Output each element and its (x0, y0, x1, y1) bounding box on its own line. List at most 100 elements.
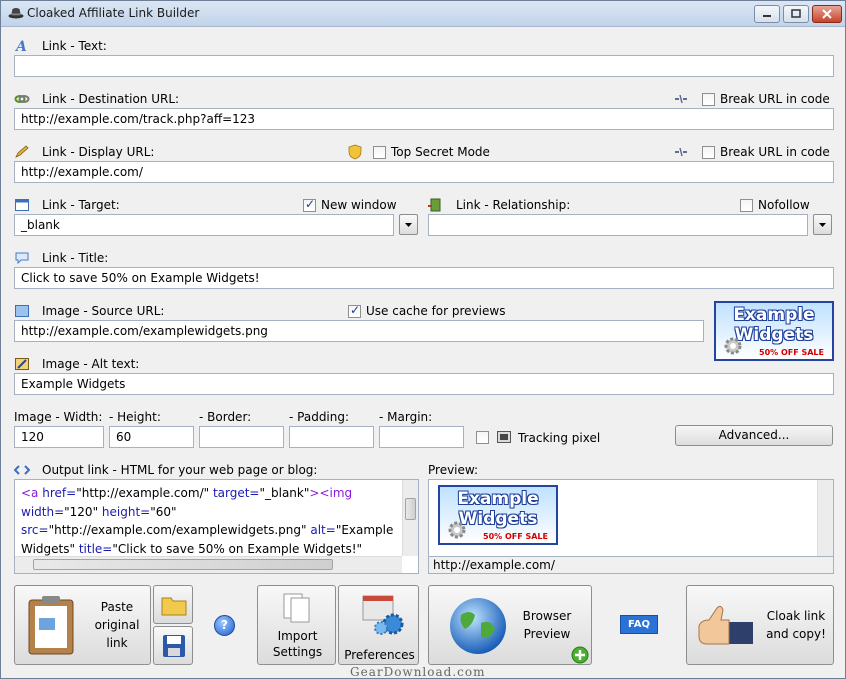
width-input[interactable]: 120 (14, 426, 104, 448)
spy-hat-icon (8, 8, 24, 19)
browser-preview-button[interactable]: Browser Preview (428, 585, 592, 665)
globe-icon (450, 598, 506, 654)
border-label: - Border: (199, 410, 252, 424)
alt-text-input[interactable]: Example Widgets (14, 373, 834, 395)
break-link-icon-2 (675, 147, 687, 157)
margin-label: - Margin: (379, 410, 433, 424)
tracking-pixel-checkbox[interactable] (476, 431, 489, 444)
cloak-link-label: Cloak link and copy! (766, 609, 826, 641)
display-url-input[interactable]: http://example.com/ (14, 161, 834, 183)
close-icon (822, 9, 832, 19)
padding-label: - Padding: (289, 410, 350, 424)
output-vscroll-thumb[interactable] (405, 498, 416, 520)
nofollow-checkbox[interactable] (740, 199, 753, 212)
output-label: Output link - HTML for your web page or … (42, 463, 318, 477)
preview-pane: Example Widgets 50% OFF SALE http://exam… (428, 479, 834, 574)
break-url-display-checkbox[interactable] (702, 146, 715, 159)
preferences-label: Preferences (344, 648, 415, 662)
speech-bubble-icon (15, 252, 29, 265)
import-settings-label: Import Settings (272, 629, 323, 659)
image-edit-icon (15, 358, 29, 370)
tracking-icon (497, 431, 511, 443)
preferences-button[interactable]: Preferences (338, 585, 419, 665)
destination-url-label: Link - Destination URL: (42, 92, 180, 106)
pencil-icon (15, 145, 29, 158)
new-window-label: New window (321, 198, 397, 212)
door-icon (428, 198, 441, 212)
advanced-button[interactable]: Advanced... (675, 425, 833, 446)
output-hscroll-thumb[interactable] (33, 559, 333, 570)
output-horizontal-scrollbar[interactable] (15, 556, 402, 573)
code-icon (14, 465, 30, 475)
use-cache-checkbox[interactable] (348, 303, 361, 318)
documents-icon (283, 593, 310, 623)
title-input[interactable]: Click to save 50% on Example Widgets! (14, 267, 834, 289)
output-line-1: <a href="http://example.com/" target="_b… (21, 486, 353, 500)
target-select[interactable]: _blank (14, 214, 394, 236)
thumbnail-line1: Example (733, 305, 815, 325)
paste-button-label: Paste original link (94, 600, 140, 650)
destination-url-input[interactable]: http://example.com/track.php?aff=123 (14, 108, 834, 130)
svg-text:A: A (14, 39, 27, 54)
link-text-input[interactable] (14, 55, 834, 77)
minimize-button[interactable] (754, 5, 780, 23)
minimize-icon (763, 15, 771, 17)
close-button[interactable] (812, 5, 842, 23)
floppy-disk-icon (163, 635, 185, 657)
image-icon (15, 305, 29, 317)
gear-icon-preview (448, 521, 466, 539)
maximize-button[interactable] (783, 5, 809, 23)
image-source-input[interactable]: http://example.com/examplewidgets.png (14, 320, 704, 342)
output-textarea[interactable]: <a href="http://example.com/" target="_b… (14, 479, 419, 574)
link-chain-icon (14, 95, 30, 103)
output-vertical-scrollbar[interactable] (402, 480, 418, 556)
margin-input[interactable] (379, 426, 464, 448)
window-icon (15, 199, 29, 211)
preview-line1: Example (457, 489, 539, 509)
preview-image[interactable]: Example Widgets 50% OFF SALE (438, 485, 558, 545)
preview-status-url: http://example.com/ (429, 556, 833, 573)
top-secret-label: Top Secret Mode (391, 145, 490, 159)
open-file-button[interactable] (153, 585, 193, 624)
width-label: Image - Width: (14, 410, 103, 424)
clipboard-icon (28, 596, 74, 655)
break-link-icon (675, 94, 687, 104)
break-url-destination-label: Break URL in code (720, 92, 830, 106)
preview-vertical-scrollbar[interactable] (817, 480, 833, 556)
paste-original-link-button[interactable]: Paste original link (14, 585, 151, 665)
tracking-pixel-label: Tracking pixel (518, 431, 601, 445)
cloak-link-button[interactable]: Cloak link and copy! (686, 585, 834, 665)
help-icon[interactable]: ? (214, 615, 235, 636)
main-window: Cloaked Affiliate Link Builder A Link - … (0, 0, 846, 679)
alt-text-label: Image - Alt text: (42, 357, 140, 371)
save-button[interactable] (153, 626, 193, 665)
output-line-3: src="http://example.com/examplewidgets.p… (21, 523, 394, 537)
relationship-label: Link - Relationship: (456, 198, 571, 212)
plus-icon[interactable] (571, 646, 589, 664)
border-input[interactable] (199, 426, 284, 448)
preview-sale-text: 50% OFF SALE (483, 532, 548, 541)
link-text-label: Link - Text: (42, 39, 107, 53)
title-bar: Cloaked Affiliate Link Builder (1, 1, 845, 27)
image-thumbnail: Example Widgets 50% OFF SALE (714, 301, 834, 361)
chevron-down-icon (405, 223, 412, 227)
shield-icon (348, 144, 362, 160)
relationship-select[interactable] (428, 214, 808, 236)
height-label: - Height: (109, 410, 161, 424)
padding-input[interactable] (289, 426, 374, 448)
thumbnail-sale-text: 50% OFF SALE (759, 348, 824, 357)
chevron-down-icon-2 (819, 223, 826, 227)
window-title: Cloaked Affiliate Link Builder (27, 6, 200, 20)
relationship-dropdown-button[interactable] (813, 214, 832, 235)
use-cache-label: Use cache for previews (366, 304, 506, 318)
display-url-label: Link - Display URL: (42, 145, 155, 159)
maximize-icon (791, 9, 801, 18)
height-input[interactable]: 60 (109, 426, 194, 448)
faq-button[interactable]: FAQ (620, 615, 658, 634)
image-source-label: Image - Source URL: (42, 304, 165, 318)
new-window-checkbox[interactable] (303, 197, 316, 212)
target-dropdown-button[interactable] (399, 214, 418, 235)
break-url-destination-checkbox[interactable] (702, 93, 715, 106)
import-settings-button[interactable]: Import Settings (257, 585, 336, 665)
top-secret-checkbox[interactable] (373, 146, 386, 159)
